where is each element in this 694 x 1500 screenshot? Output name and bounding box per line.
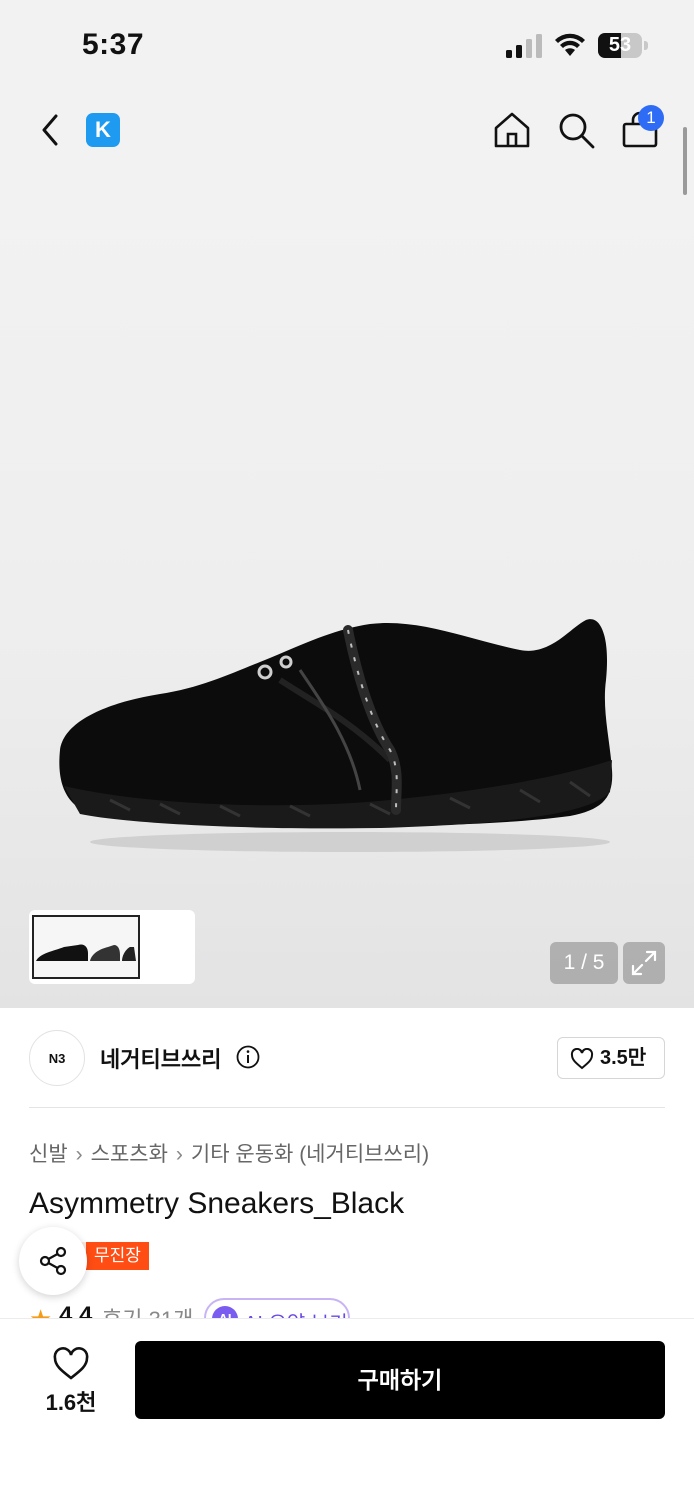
product-title: Asymmetry Sneakers_Black xyxy=(29,1187,405,1220)
rating-value: 4.4 xyxy=(59,1302,93,1318)
thumbnail-strip[interactable] xyxy=(29,910,195,984)
search-icon[interactable] xyxy=(556,110,596,150)
breadcrumb: 신발 › 스포츠화 › 기타 운동화 (네거티브쓰리) xyxy=(29,1138,429,1168)
rating-row: ★ 4.4 후기 31개 AI AI 요약 보기 xyxy=(29,1298,429,1318)
wishlist-count: 1.6천 xyxy=(45,1390,97,1415)
chevron-right-icon: › xyxy=(75,1143,83,1166)
heart-icon xyxy=(570,1048,594,1070)
promo-badge: 무진장 xyxy=(86,1242,149,1270)
share-icon xyxy=(39,1246,67,1276)
status-time: 5:37 xyxy=(82,28,145,61)
ai-summary-button[interactable]: AI AI 요약 보기 xyxy=(204,1298,350,1318)
expand-image-button[interactable] xyxy=(623,942,665,984)
scroll-indicator xyxy=(683,127,687,195)
breadcrumb-item[interactable]: 기타 운동화 (네거티브쓰리) xyxy=(191,1143,429,1166)
share-button[interactable] xyxy=(19,1227,87,1295)
image-counter: 1 / 5 xyxy=(550,942,618,984)
battery-level: 53 xyxy=(608,34,632,56)
chevron-right-icon: › xyxy=(175,1143,183,1166)
ai-summary-label: AI 요약 보기 xyxy=(244,1307,348,1318)
ai-icon: AI xyxy=(212,1306,238,1318)
product-image[interactable] xyxy=(50,610,620,860)
star-icon: ★ xyxy=(29,1304,52,1318)
brand-like-button[interactable]: 3.5만 xyxy=(557,1037,665,1079)
battery-icon: 53 xyxy=(598,33,648,58)
thumbnail-selected[interactable] xyxy=(32,915,140,979)
breadcrumb-item[interactable]: 신발 xyxy=(29,1143,68,1166)
bottom-action-bar: 1.6천 구매하기 xyxy=(0,1318,694,1500)
cart-count-badge: 1 xyxy=(638,105,664,131)
app-logo[interactable]: K xyxy=(86,113,120,147)
brand-logo[interactable]: N3 xyxy=(29,1030,85,1086)
product-image-gallery[interactable]: 1 / 5 xyxy=(0,170,694,1008)
status-bar: 5:37 53 xyxy=(0,0,694,90)
top-nav: K xyxy=(0,90,694,170)
review-count-link[interactable]: 후기 31개 xyxy=(102,1302,193,1318)
brand-like-count: 3.5만 xyxy=(600,1047,647,1069)
buy-button[interactable]: 구매하기 xyxy=(135,1341,665,1419)
breadcrumb-item[interactable]: 스포츠화 xyxy=(91,1143,168,1166)
brand-name[interactable]: 네거티브쓰리 xyxy=(100,1042,221,1074)
back-arrow-icon[interactable] xyxy=(36,112,66,148)
wifi-icon xyxy=(555,33,585,56)
info-icon[interactable] xyxy=(236,1045,260,1069)
expand-icon xyxy=(631,950,657,976)
home-icon[interactable] xyxy=(492,110,532,150)
divider xyxy=(29,1107,665,1108)
heart-icon[interactable] xyxy=(52,1347,90,1381)
thumbnail-image xyxy=(36,944,136,961)
cellular-signal-icon xyxy=(506,34,542,58)
